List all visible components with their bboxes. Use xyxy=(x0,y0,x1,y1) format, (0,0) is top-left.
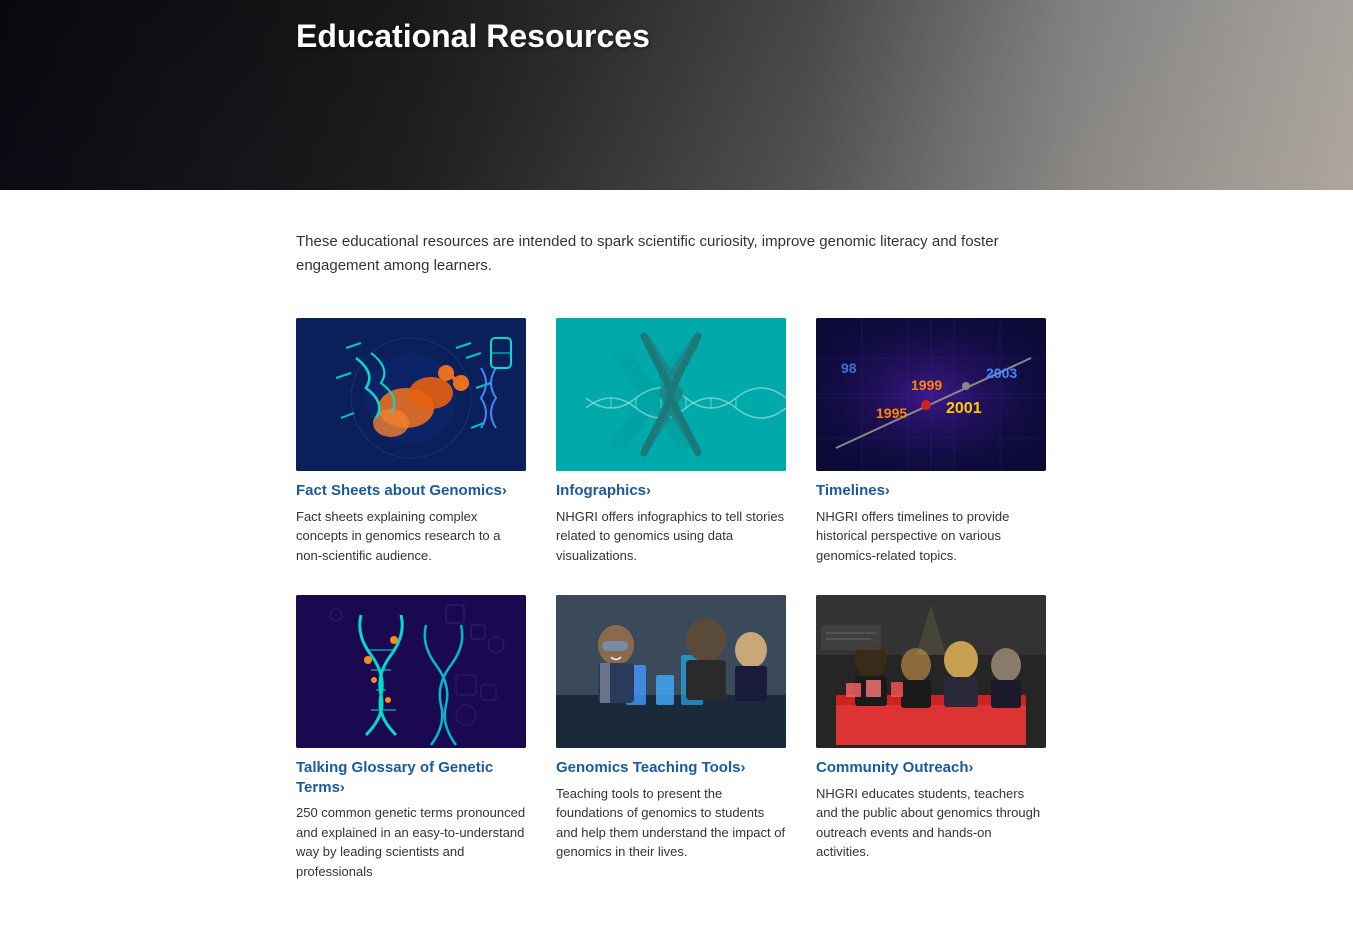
card-title-teaching-tools: Genomics Teaching Tools› xyxy=(556,758,786,778)
card-image-fact-sheets xyxy=(296,318,526,471)
card-title-glossary: Talking Glossary of Genetic Terms› xyxy=(296,758,526,797)
card-title-fact-sheets: Fact Sheets about Genomics› xyxy=(296,481,526,501)
hero-banner: Educational Resources xyxy=(0,0,1353,190)
svg-text:98: 98 xyxy=(841,360,857,376)
card-timelines[interactable]: 1995 1999 2001 2003 98 Timelines› NHGRI … xyxy=(816,318,1046,565)
card-community-outreach[interactable]: Community Outreach› NHGRI educates stude… xyxy=(816,595,1046,881)
svg-text:2001: 2001 xyxy=(946,400,982,417)
card-glossary[interactable]: Talking Glossary of Genetic Terms› 250 c… xyxy=(296,595,526,881)
cards-grid: Fact Sheets about Genomics› Fact sheets … xyxy=(296,318,1046,881)
card-title-infographics: Infographics› xyxy=(556,481,786,501)
svg-text:1999: 1999 xyxy=(911,377,942,393)
card-desc-infographics: NHGRI offers infographics to tell storie… xyxy=(556,507,786,566)
card-image-glossary xyxy=(296,595,526,748)
page-title: Educational Resources xyxy=(296,18,650,55)
card-desc-glossary: 250 common genetic terms pronounced and … xyxy=(296,803,526,881)
card-title-community-outreach: Community Outreach› xyxy=(816,758,1046,778)
intro-text: These educational resources are intended… xyxy=(296,230,1036,278)
card-image-teaching-tools xyxy=(556,595,786,748)
card-title-timelines: Timelines› xyxy=(816,481,1046,501)
card-desc-teaching-tools: Teaching tools to present the foundation… xyxy=(556,784,786,862)
svg-text:1995: 1995 xyxy=(876,405,907,421)
card-desc-fact-sheets: Fact sheets explaining complex concepts … xyxy=(296,507,526,566)
svg-text:2003: 2003 xyxy=(986,365,1017,381)
card-infographics[interactable]: X Infographic xyxy=(556,318,786,565)
card-image-infographics: X xyxy=(556,318,786,471)
card-image-timelines: 1995 1999 2001 2003 98 xyxy=(816,318,1046,471)
card-desc-timelines: NHGRI offers timelines to provide histor… xyxy=(816,507,1046,566)
card-image-community-outreach xyxy=(816,595,1046,748)
card-teaching-tools[interactable]: Genomics Teaching Tools› Teaching tools … xyxy=(556,595,786,881)
card-desc-community-outreach: NHGRI educates students, teachers and th… xyxy=(816,784,1046,862)
card-fact-sheets[interactable]: Fact Sheets about Genomics› Fact sheets … xyxy=(296,318,526,565)
